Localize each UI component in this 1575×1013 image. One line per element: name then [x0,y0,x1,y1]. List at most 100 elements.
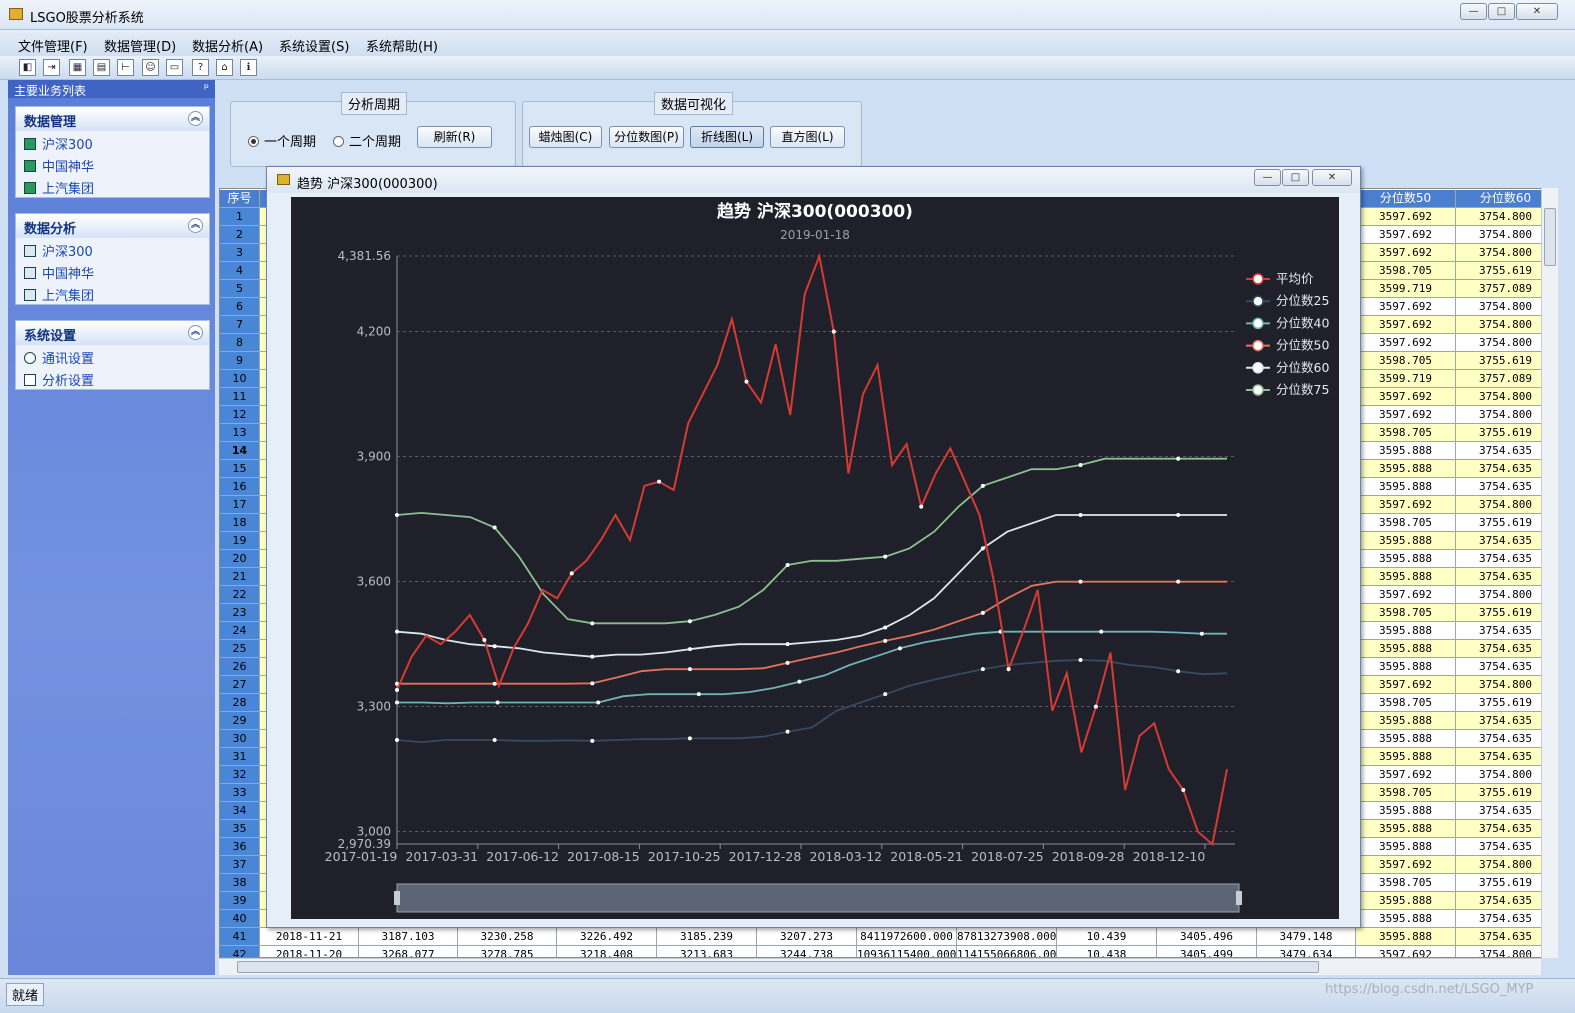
data-point [395,512,399,517]
data-table-icon[interactable]: ▦ [69,59,86,76]
row-number: 40 [220,910,260,928]
pin-icon[interactable]: ᵖ [204,81,209,95]
vertical-scrollbar[interactable] [1541,188,1558,958]
table-cell: 3598.705 [1356,784,1456,802]
horizontal-scrollbar[interactable] [219,958,1541,975]
period-group-label: 分析周期 [341,92,408,115]
home-icon[interactable]: ⌂ [216,59,233,76]
open-file-icon[interactable]: ◧ [19,59,36,76]
series-line-5 [396,457,1227,625]
user-icon[interactable]: ☺ [142,59,159,76]
child-close-button[interactable]: ✕ [1312,169,1352,186]
zoom-handle-right[interactable] [1236,891,1242,905]
table-cell: 3595.888 [1356,748,1456,766]
sidebar-item-label: 上汽集团 [42,182,95,197]
legend-label[interactable]: 分位数75 [1276,382,1329,397]
table-cell: 3597.692 [1356,586,1456,604]
radio-one-period[interactable]: 一个周期 [248,131,316,150]
scroll-thumb[interactable] [1544,208,1556,266]
legend-label[interactable]: 平均价 [1276,271,1314,286]
row-number: 24 [220,622,260,640]
table-cell: 3278.785 [458,946,557,957]
table-cell: 3598.705 [1356,694,1456,712]
row-number: 29 [220,712,260,730]
data-point [492,681,497,686]
sidebar-item-analysis-hs300[interactable]: 沪深300 [16,238,209,260]
chart-icon[interactable]: ▤ [93,59,110,76]
menu-help[interactable]: 系统帮助(H) [366,36,438,55]
info-icon[interactable]: ℹ [240,59,257,76]
legend-label[interactable]: 分位数60 [1276,360,1329,375]
maximize-button[interactable]: □ [1488,3,1515,20]
legend-label[interactable]: 分位数50 [1276,338,1329,353]
data-point [482,637,487,642]
sidebar-item-analysis-settings[interactable]: 分析设置 [16,367,209,389]
table-cell: 3598.705 [1356,424,1456,442]
quantile-button[interactable]: 分位数图(P) [609,126,684,148]
zoom-handle-left[interactable] [394,891,400,905]
table-cell: 3597.692 [1356,406,1456,424]
row-number: 14 [220,442,260,460]
visualization-group: 数据可视化 蜡烛图(C) 分位数图(P) 折线图(L) 直方图(L) [522,92,862,167]
sidebar-item-saic[interactable]: 上汽集团 [16,175,209,197]
histogram-button[interactable]: 直方图(L) [770,126,845,148]
data-point [980,667,985,672]
data-point [395,687,399,692]
data-point [785,642,790,647]
collapse-icon[interactable]: ︽ [188,218,203,233]
x-tick-label: 2017-12-28 [729,849,802,864]
window-icon[interactable]: ▭ [166,59,183,76]
y-tick-label: 3,000 [357,825,391,839]
child-minimize-button[interactable]: — [1254,169,1281,186]
table-cell: 3598.705 [1356,352,1456,370]
menu-settings[interactable]: 系统设置(S) [279,36,349,55]
chart-icon [24,245,36,257]
radio-two-period[interactable]: 二个周期 [333,131,401,150]
sidebar-item-analysis-shenhua[interactable]: 中国神华 [16,260,209,282]
line-chart-button[interactable]: 折线图(L) [690,126,764,148]
collapse-icon[interactable]: ︽ [188,325,203,340]
close-button[interactable]: ✕ [1516,3,1558,20]
collapse-icon[interactable]: ︽ [188,111,203,126]
legend-label[interactable]: 分位数25 [1276,293,1329,308]
sidebar-item-shenhua[interactable]: 中国神华 [16,153,209,175]
legend-label[interactable]: 分位数40 [1276,315,1329,330]
scroll-thumb[interactable] [237,961,1319,973]
child-maximize-button[interactable]: □ [1282,169,1309,186]
chart-window: 趋势 沪深300(000300) — □ ✕ 趋势 沪深300(000300) … [266,166,1361,928]
exit-icon[interactable]: ⇥ [43,59,60,76]
refresh-button[interactable]: 刷新(R) [417,126,492,148]
menu-analysis[interactable]: 数据分析(A) [192,36,263,55]
sidebar-item-analysis-saic[interactable]: 上汽集团 [16,282,209,304]
x-tick-label: 2018-12-10 [1133,849,1206,864]
candlestick-button[interactable]: 蜡烛图(C) [529,126,602,148]
sidebar-item-comm-settings[interactable]: 通讯设置 [16,345,209,367]
data-point [785,562,790,567]
help-icon[interactable]: ? [192,59,209,76]
x-tick-label: 2018-03-12 [809,849,882,864]
table-cell: 10.438 [1057,946,1157,957]
row-number: 15 [220,460,260,478]
sidebar: 主要业务列表 ᵖ 数据管理 ︽ 沪深300 中国神华 上汽集团 数据分析 ︽ 沪深3… [8,80,215,975]
row-number: 42 [220,946,260,957]
menu-bar: 文件管理(F) 数据管理(D) 数据分析(A) 系统设置(S) 系统帮助(H) [0,30,1575,56]
y-tick-label: 3,600 [357,575,391,589]
menu-data[interactable]: 数据管理(D) [104,36,176,55]
table-cell: 3597.692 [1356,676,1456,694]
zoom-slider[interactable] [396,883,1240,913]
table-cell: 3185.239 [657,928,757,946]
table-cell: 3595.888 [1356,712,1456,730]
row-number: 31 [220,748,260,766]
data-point [1006,667,1011,672]
grid-header-index: 序号 [220,190,260,208]
data-point [657,479,662,484]
row-number: 27 [220,676,260,694]
sidebar-item-hs300[interactable]: 沪深300 [16,131,209,153]
tree-icon[interactable]: ⊢ [117,59,134,76]
table-cell: 3595.888 [1356,640,1456,658]
data-point [919,504,924,509]
minimize-button[interactable]: — [1460,3,1487,20]
data-point [1078,462,1083,467]
row-number: 41 [220,928,260,946]
menu-file[interactable]: 文件管理(F) [18,36,88,55]
